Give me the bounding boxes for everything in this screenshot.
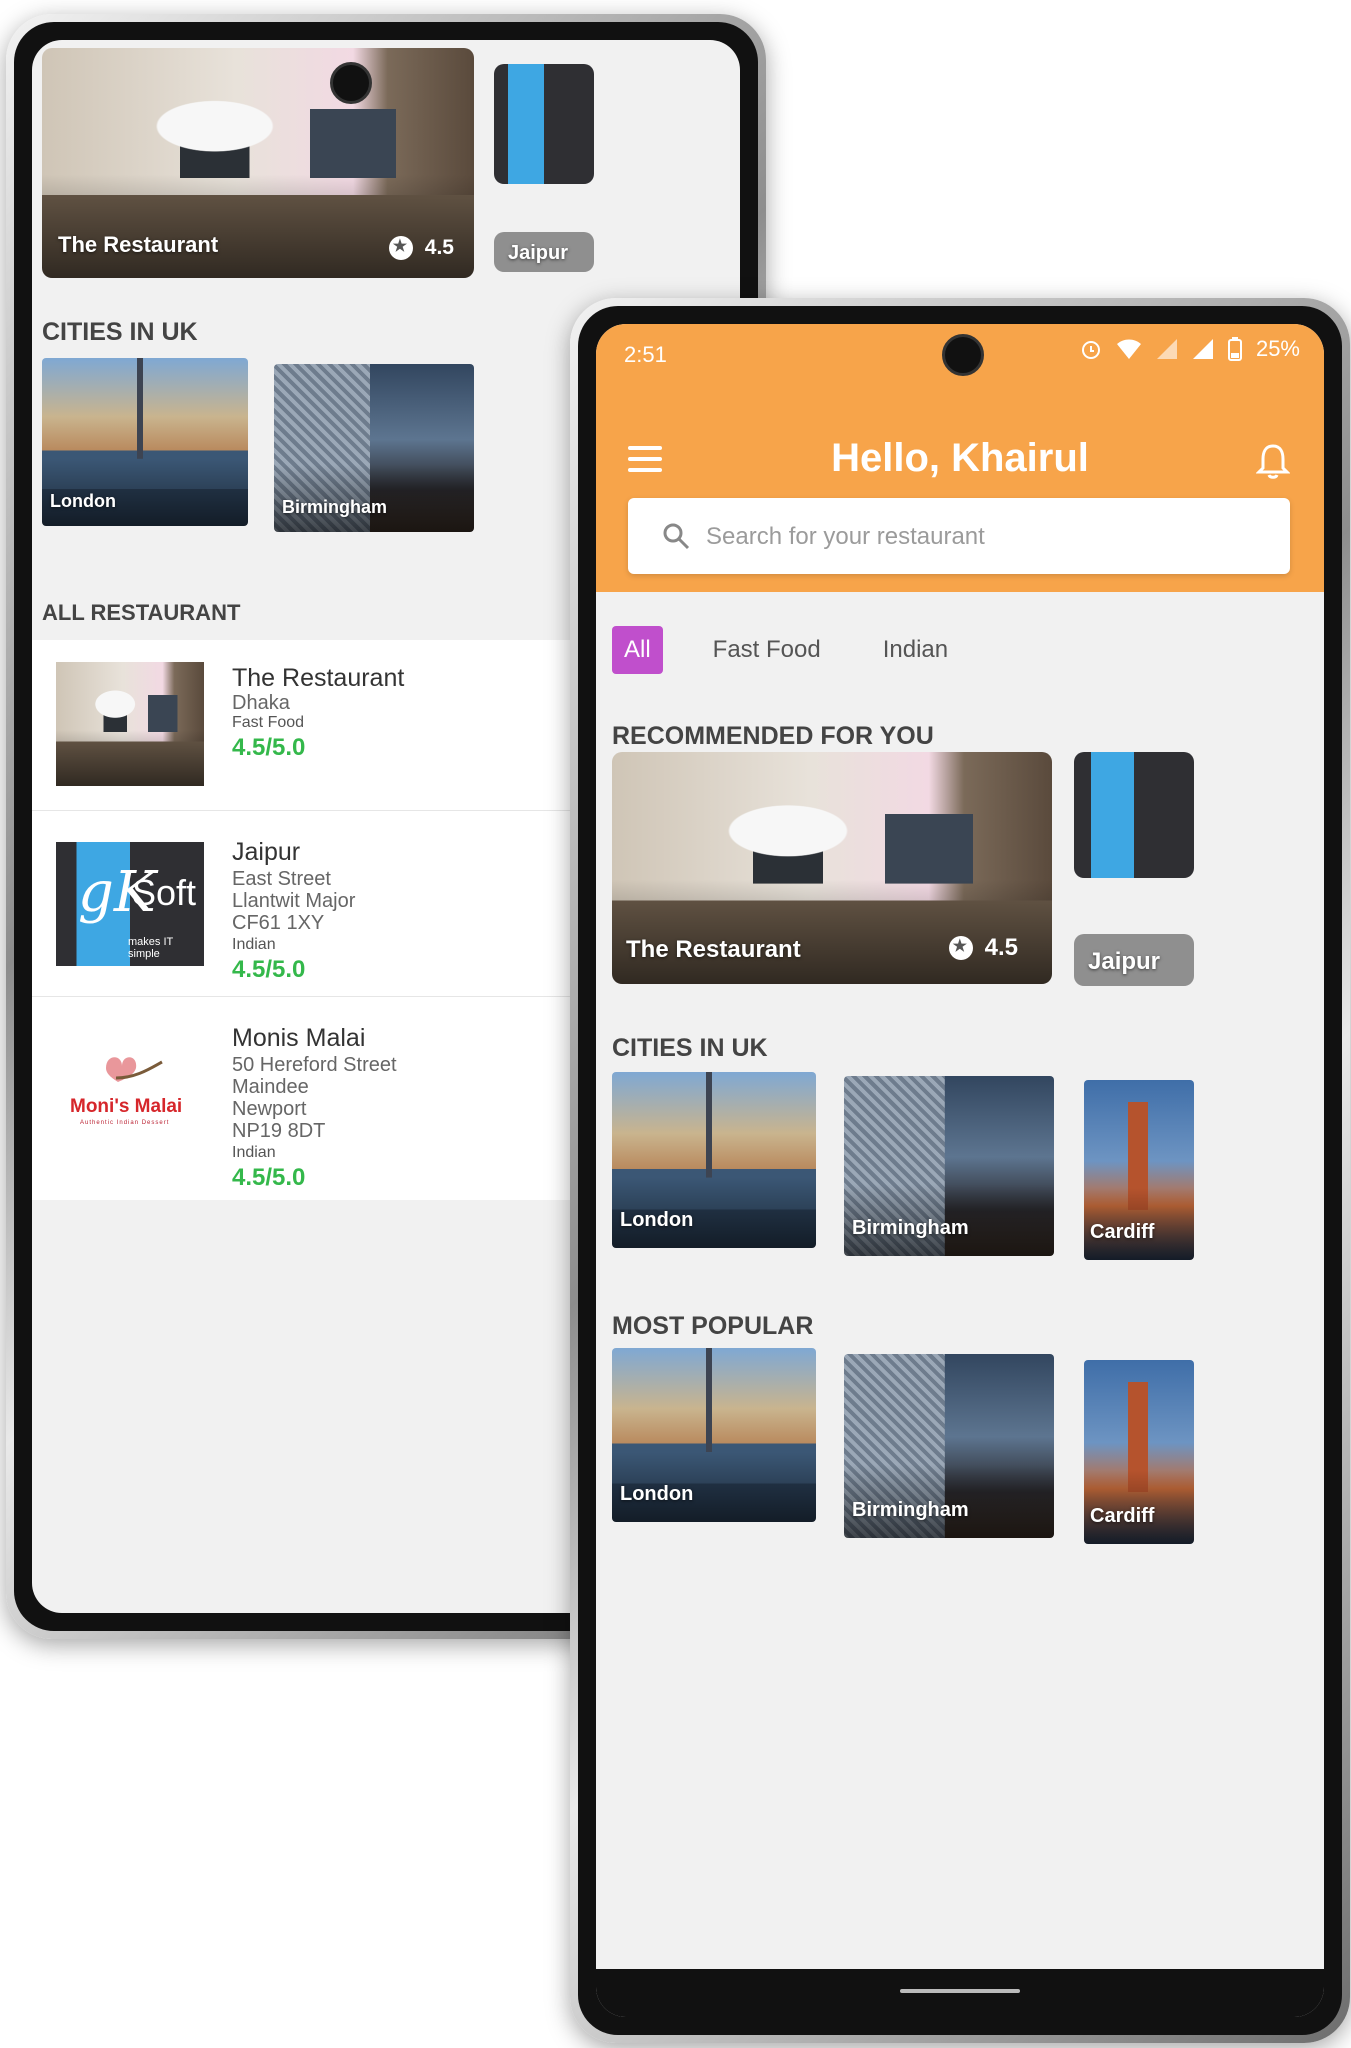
recommended-card-rating: 4.5	[948, 934, 1018, 962]
restaurant-name: Jaipur	[232, 838, 301, 866]
category-filters: All Fast Food Indian	[612, 626, 960, 674]
recommended-card-peek[interactable]	[1074, 752, 1194, 878]
bell-icon[interactable]	[1256, 442, 1290, 480]
city-card-label: Birmingham	[852, 1217, 969, 1239]
recommended-card[interactable]: The Restaurant 4.5	[612, 752, 1052, 984]
signal-icon	[1156, 339, 1177, 359]
restaurant-rating: 4.5/5.0	[232, 1164, 306, 1191]
back-hero-rating: 4.5	[388, 236, 454, 260]
gesture-nav-bar[interactable]	[596, 1969, 1324, 2017]
back-side-card-label: Jaipur	[508, 242, 569, 264]
home-indicator[interactable]	[900, 1989, 1020, 1993]
star-icon	[388, 236, 413, 260]
restaurant-rating: 4.5/5.0	[232, 734, 306, 761]
alarm-icon	[1081, 341, 1100, 359]
recommended-card-name: The Restaurant	[626, 936, 801, 963]
back-city-card-birmingham[interactable]: Birmingham	[274, 364, 474, 532]
restaurant-thumbnail	[56, 662, 204, 786]
restaurant-address-line: Maindee	[232, 1076, 309, 1098]
popular-card-label: Birmingham	[852, 1499, 969, 1521]
cities-title: CITIES IN UK	[612, 1034, 768, 1062]
popular-title: MOST POPULAR	[612, 1312, 814, 1340]
app-header: Hello, Khairul	[596, 380, 1324, 592]
restaurant-rating: 4.5/5.0	[232, 956, 306, 983]
popular-card-birmingham[interactable]: Birmingham	[844, 1354, 1054, 1538]
recommended-card-peek-label-box[interactable]: Jaipur	[1074, 934, 1194, 986]
recommended-card-rating-value: 4.5	[984, 934, 1018, 961]
restaurant-address-line: CF61 1XY	[232, 912, 325, 934]
spoon-heart-icon	[106, 1057, 163, 1082]
back-side-card[interactable]	[494, 64, 594, 184]
star-icon	[948, 936, 973, 960]
filter-chip-indian[interactable]: Indian	[871, 626, 960, 674]
front-camera	[942, 334, 984, 376]
restaurant-category: Fast Food	[232, 714, 305, 731]
back-side-card-label-box[interactable]: Jaipur	[494, 232, 594, 272]
front-phone-screen: 2:51 25% Hello, Khairul Search for your …	[596, 324, 1324, 2017]
restaurant-category: Indian	[232, 1144, 276, 1161]
city-card-london[interactable]: London	[612, 1072, 816, 1248]
popular-card-cardiff[interactable]: Cardiff	[1084, 1360, 1194, 1544]
popular-card-label: London	[620, 1483, 694, 1505]
front-phone-bezel: 2:51 25% Hello, Khairul Search for your …	[578, 306, 1342, 2035]
restaurant-address-line: Newport	[232, 1098, 307, 1120]
back-cities-title: CITIES IN UK	[42, 318, 198, 346]
status-time: 2:51	[624, 342, 667, 367]
restaurant-address: Dhaka	[232, 692, 290, 714]
battery-icon	[1227, 337, 1242, 361]
back-hero-name: The Restaurant	[58, 232, 219, 257]
city-card-label: London	[620, 1209, 694, 1231]
restaurant-category: Indian	[232, 936, 276, 953]
signal-full-icon	[1192, 339, 1213, 359]
gksoft-logo: gK Soft makes IT simple	[56, 842, 204, 966]
restaurant-address-line: NP19 8DT	[232, 1120, 326, 1142]
recommended-title: RECOMMENDED FOR YOU	[612, 722, 934, 750]
monis-malai-logo-sub: Authentic Indian Dessert	[80, 1120, 170, 1126]
restaurant-address-line: 50 Hereford Street	[232, 1054, 397, 1076]
back-hero-rating-value: 4.5	[424, 236, 454, 259]
popular-card-label: Cardiff	[1090, 1505, 1155, 1527]
gksoft-logo-soft: Soft	[132, 872, 197, 913]
monis-malai-logo-text: Moni's Malai	[70, 1096, 183, 1117]
back-city-label: London	[50, 491, 116, 511]
gksoft-logo-tagline: makes IT simple	[128, 936, 174, 960]
restaurant-address-line: Llantwit Major	[232, 890, 356, 912]
back-city-label: Birmingham	[282, 497, 388, 517]
restaurant-address-line: East Street	[232, 868, 331, 890]
back-all-title: ALL RESTAURANT	[42, 600, 241, 625]
filter-chip-fast-food[interactable]: Fast Food	[701, 626, 833, 674]
status-icons: 25%	[1080, 336, 1300, 362]
battery-percentage: 25%	[1255, 336, 1300, 361]
front-phone-frame: 2:51 25% Hello, Khairul Search for your …	[570, 298, 1350, 2043]
recommended-card-peek-name: Jaipur	[1088, 948, 1161, 975]
city-card-label: Cardiff	[1090, 1221, 1155, 1243]
back-city-card-london[interactable]: London	[42, 358, 248, 526]
filter-chip-all[interactable]: All	[612, 626, 663, 674]
city-card-birmingham[interactable]: Birmingham	[844, 1076, 1054, 1256]
wifi-icon	[1116, 339, 1141, 359]
front-camera	[330, 62, 372, 104]
restaurant-name: The Restaurant	[232, 664, 405, 692]
restaurant-name: Monis Malai	[232, 1024, 366, 1052]
search-icon	[663, 523, 690, 550]
search-input[interactable]	[704, 516, 1270, 558]
popular-card-london[interactable]: London	[612, 1348, 816, 1522]
status-bar: 2:51 25%	[596, 324, 1324, 380]
monis-malai-logo: Moni's Malai Authentic Indian Dessert	[56, 1038, 204, 1162]
city-card-cardiff[interactable]: Cardiff	[1084, 1080, 1194, 1260]
greeting-title: Hello, Khairul	[831, 436, 1089, 480]
search-bar[interactable]	[628, 498, 1290, 574]
back-hero-card[interactable]: The Restaurant 4.5	[42, 48, 474, 278]
